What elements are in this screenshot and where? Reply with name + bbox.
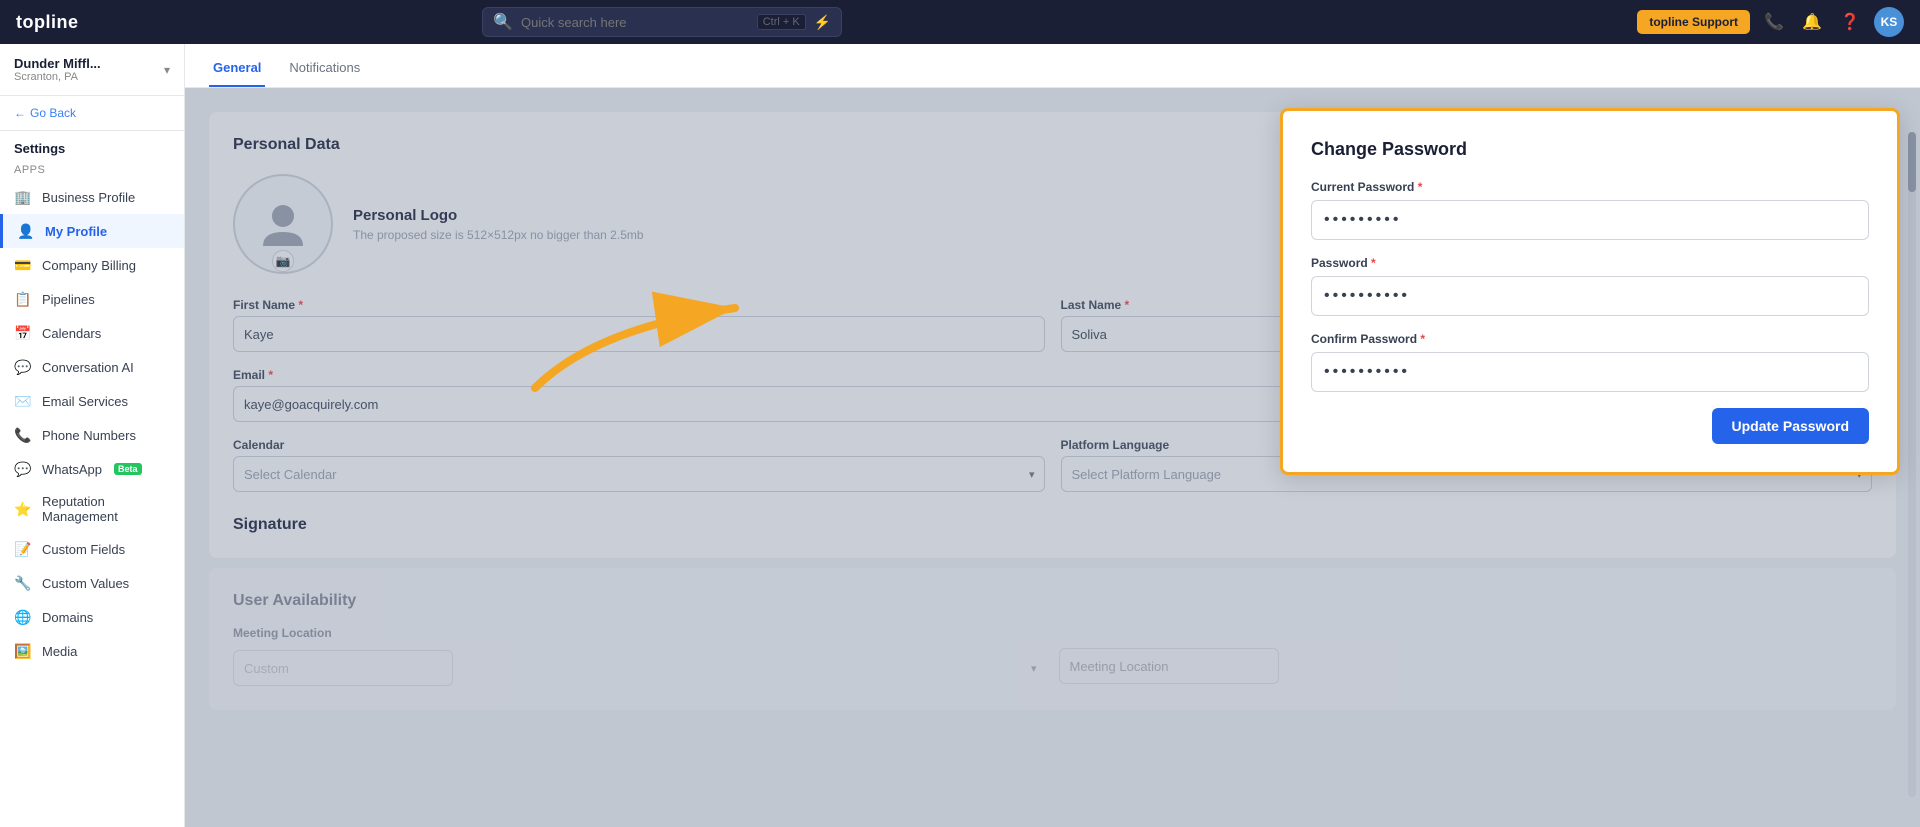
user-avatar[interactable]: KS — [1874, 7, 1904, 37]
sidebar-item-reputation-management[interactable]: ⭐ Reputation Management — [0, 486, 184, 532]
sidebar-item-media[interactable]: 🖼️ Media — [0, 634, 184, 668]
company-location: Scranton, PA — [14, 71, 101, 83]
tab-general[interactable]: General — [209, 50, 265, 87]
password-field: Password * — [1311, 256, 1869, 316]
tabs-bar: General Notifications — [185, 44, 1920, 88]
sidebar-item-conversation-ai[interactable]: 💬 Conversation AI — [0, 350, 184, 384]
search-input[interactable] — [521, 15, 749, 30]
bell-icon[interactable]: 🔔 — [1798, 8, 1826, 36]
search-icon: 🔍 — [493, 12, 513, 32]
domains-icon: 🌐 — [14, 608, 32, 626]
sidebar-item-label: Email Services — [42, 394, 128, 409]
sidebar-item-whatsapp[interactable]: 💬 WhatsApp Beta — [0, 452, 184, 486]
apps-label: Apps — [0, 160, 184, 180]
custom-fields-icon: 📝 — [14, 540, 32, 558]
settings-title: Settings — [0, 131, 184, 160]
calendar-icon: 📅 — [14, 324, 32, 342]
sidebar-item-label: Conversation AI — [42, 360, 134, 375]
reputation-icon: ⭐ — [14, 500, 32, 518]
current-password-label: Current Password * — [1311, 180, 1869, 194]
password-input[interactable] — [1311, 276, 1869, 316]
sidebar-item-label: Reputation Management — [42, 494, 170, 524]
company-selector[interactable]: Dunder Miffl... Scranton, PA ▾ — [0, 44, 184, 96]
beta-badge: Beta — [114, 463, 142, 475]
whatsapp-icon: 💬 — [14, 460, 32, 478]
password-label: Password * — [1311, 256, 1869, 270]
chevron-down-icon: ▾ — [164, 63, 170, 77]
confirm-password-field: Confirm Password * — [1311, 332, 1869, 392]
sidebar-item-label: Phone Numbers — [42, 428, 136, 443]
media-icon: 🖼️ — [14, 642, 32, 660]
email-icon: ✉️ — [14, 392, 32, 410]
content-area: General Notifications Personal Data — [185, 44, 1920, 827]
phone-numbers-icon: 📞 — [14, 426, 32, 444]
help-icon[interactable]: ❓ — [1836, 8, 1864, 36]
sidebar-item-pipelines[interactable]: 📋 Pipelines — [0, 282, 184, 316]
main-layout: Dunder Miffl... Scranton, PA ▾ ← Go Back… — [0, 44, 1920, 827]
sidebar-item-phone-numbers[interactable]: 📞 Phone Numbers — [0, 418, 184, 452]
sidebar-item-custom-fields[interactable]: 📝 Custom Fields — [0, 532, 184, 566]
sidebar-item-email-services[interactable]: ✉️ Email Services — [0, 384, 184, 418]
sidebar-item-calendars[interactable]: 📅 Calendars — [0, 316, 184, 350]
top-navigation: topline 🔍 Ctrl + K ⚡ topline Support 📞 🔔… — [0, 0, 1920, 44]
sidebar-item-label: Domains — [42, 610, 93, 625]
person-icon: 👤 — [17, 222, 35, 240]
confirm-password-input[interactable] — [1311, 352, 1869, 392]
change-password-modal: Change Password Current Password * Passw… — [1280, 108, 1900, 475]
sidebar-item-label: Business Profile — [42, 190, 135, 205]
support-button[interactable]: topline Support — [1637, 10, 1750, 34]
sidebar-item-label: Custom Fields — [42, 542, 125, 557]
lightning-icon: ⚡ — [814, 14, 831, 31]
current-password-input[interactable] — [1311, 200, 1869, 240]
sidebar-item-label: Calendars — [42, 326, 101, 341]
search-bar[interactable]: 🔍 Ctrl + K ⚡ — [482, 7, 842, 37]
current-password-field: Current Password * — [1311, 180, 1869, 240]
sidebar-item-label: Company Billing — [42, 258, 136, 273]
sidebar: Dunder Miffl... Scranton, PA ▾ ← Go Back… — [0, 44, 185, 827]
phone-icon[interactable]: 📞 — [1760, 8, 1788, 36]
sidebar-item-label: WhatsApp — [42, 462, 102, 477]
go-back-button[interactable]: ← Go Back — [0, 96, 184, 131]
confirm-password-label: Confirm Password * — [1311, 332, 1869, 346]
tab-notifications[interactable]: Notifications — [285, 50, 364, 87]
app-logo: topline — [16, 12, 79, 33]
sidebar-item-custom-values[interactable]: 🔧 Custom Values — [0, 566, 184, 600]
topnav-right: topline Support 📞 🔔 ❓ KS — [1637, 7, 1904, 37]
building-icon: 🏢 — [14, 188, 32, 206]
page-content: Personal Data 📷 Personal Logo — [185, 88, 1920, 827]
search-shortcut: Ctrl + K — [757, 14, 806, 30]
sidebar-item-label: Media — [42, 644, 77, 659]
sidebar-item-label: My Profile — [45, 224, 107, 239]
ai-icon: 💬 — [14, 358, 32, 376]
sidebar-item-label: Pipelines — [42, 292, 95, 307]
pipelines-icon: 📋 — [14, 290, 32, 308]
custom-values-icon: 🔧 — [14, 574, 32, 592]
update-password-button[interactable]: Update Password — [1712, 408, 1869, 444]
sidebar-item-label: Custom Values — [42, 576, 129, 591]
sidebar-item-domains[interactable]: 🌐 Domains — [0, 600, 184, 634]
back-arrow-icon: ← — [14, 106, 26, 120]
billing-icon: 💳 — [14, 256, 32, 274]
sidebar-item-my-profile[interactable]: 👤 My Profile — [0, 214, 184, 248]
modal-title: Change Password — [1311, 139, 1869, 160]
company-name: Dunder Miffl... — [14, 56, 101, 71]
sidebar-item-business-profile[interactable]: 🏢 Business Profile — [0, 180, 184, 214]
sidebar-item-company-billing[interactable]: 💳 Company Billing — [0, 248, 184, 282]
